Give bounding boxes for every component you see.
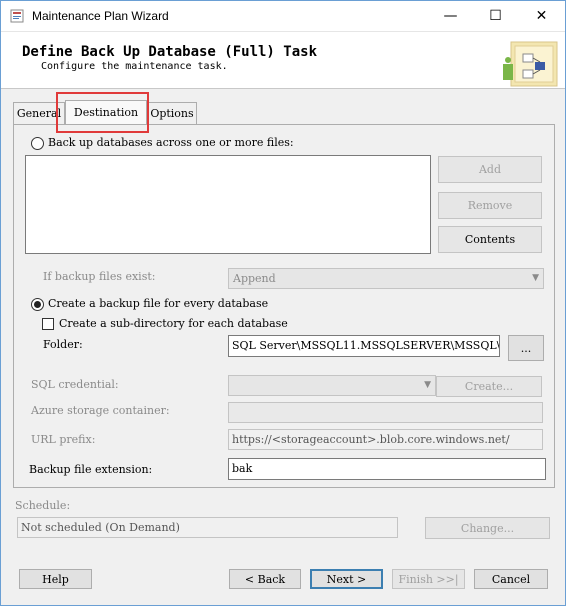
wizard-app-icon [10,9,24,23]
tab-general-label: General [16,107,62,120]
help-button[interactable]: Help [19,569,92,589]
title-bar[interactable]: Maintenance Plan Wizard — ☐ ✕ [1,1,565,31]
contents-button[interactable]: Contents [438,226,542,253]
create-credential-button[interactable]: Create... [436,376,542,397]
folder-label: Folder: [43,338,83,351]
schedule-label: Schedule: [15,499,71,512]
minimize-icon: — [443,8,458,24]
page-subtitle: Configure the maintenance task. [41,61,228,72]
sql-credential-select[interactable]: ▼ [228,375,436,396]
cancel-button-label: Cancel [491,572,531,586]
contents-button-label: Contents [464,233,516,246]
finish-button-label: Finish >>| [398,572,459,586]
backup-across-files-radio[interactable] [31,137,44,150]
change-schedule-button[interactable]: Change... [425,517,550,539]
page-title: Define Back Up Database (Full) Task [22,44,318,60]
finish-button[interactable]: Finish >>| [392,569,465,589]
cancel-button[interactable]: Cancel [474,569,548,589]
maximize-button[interactable]: ☐ [473,1,518,31]
help-button-label: Help [42,572,69,586]
url-prefix-input[interactable]: https://<storageaccount>.blob.core.windo… [228,429,543,450]
create-backup-file-label: Create a backup file for every database [48,297,269,310]
sql-credential-label: SQL credential: [31,378,119,391]
browse-folder-button[interactable]: ... [508,335,544,361]
url-prefix-label: URL prefix: [31,433,96,446]
backup-files-list[interactable] [25,155,431,254]
if-backup-files-exist-select[interactable]: Append ▼ [228,268,544,289]
tab-options[interactable]: Options [147,102,197,124]
tab-highlight-box [56,92,149,133]
remove-button[interactable]: Remove [438,192,542,219]
maintenance-plan-graphic [503,41,558,87]
wizard-header: Define Back Up Database (Full) Task Conf… [1,31,565,89]
next-button[interactable]: Next > [310,569,383,589]
schedule-value: Not scheduled (On Demand) [17,517,398,538]
if-backup-files-exist-value: Append [233,272,276,285]
tab-options-label: Options [150,107,194,120]
back-button-label: < Back [244,572,286,586]
azure-container-label: Azure storage container: [31,404,170,417]
maximize-icon: ☐ [489,8,502,24]
create-subdirectory-label: Create a sub-directory for each database [59,317,288,330]
change-schedule-label: Change... [460,521,515,535]
add-button[interactable]: Add [438,156,542,183]
backup-across-files-label: Back up databases across one or more fil… [48,136,294,149]
if-backup-files-exist-label: If backup files exist: [43,270,156,283]
remove-button-label: Remove [467,199,513,212]
close-button[interactable]: ✕ [519,1,564,31]
back-button[interactable]: < Back [229,569,301,589]
wizard-window: Maintenance Plan Wizard — ☐ ✕ Define Bac… [0,0,566,606]
create-backup-file-radio[interactable] [31,298,44,311]
azure-container-input[interactable] [228,402,543,423]
destination-panel: Back up databases across one or more fil… [13,124,555,488]
chevron-down-icon: ▼ [424,380,431,390]
folder-input[interactable]: SQL Server\MSSQL11.MSSQLSERVER\MSSQL\Bac… [228,335,500,357]
create-credential-label: Create... [464,380,514,393]
create-subdirectory-checkbox[interactable] [42,318,54,330]
add-button-label: Add [478,163,502,176]
browse-folder-label: ... [520,341,532,355]
minimize-button[interactable]: — [428,1,473,31]
close-icon: ✕ [535,8,548,24]
window-title: Maintenance Plan Wizard [32,9,169,23]
backup-extension-input[interactable]: bak [228,458,546,480]
backup-extension-label: Backup file extension: [29,463,153,476]
next-button-label: Next > [326,572,367,586]
chevron-down-icon: ▼ [532,273,539,283]
